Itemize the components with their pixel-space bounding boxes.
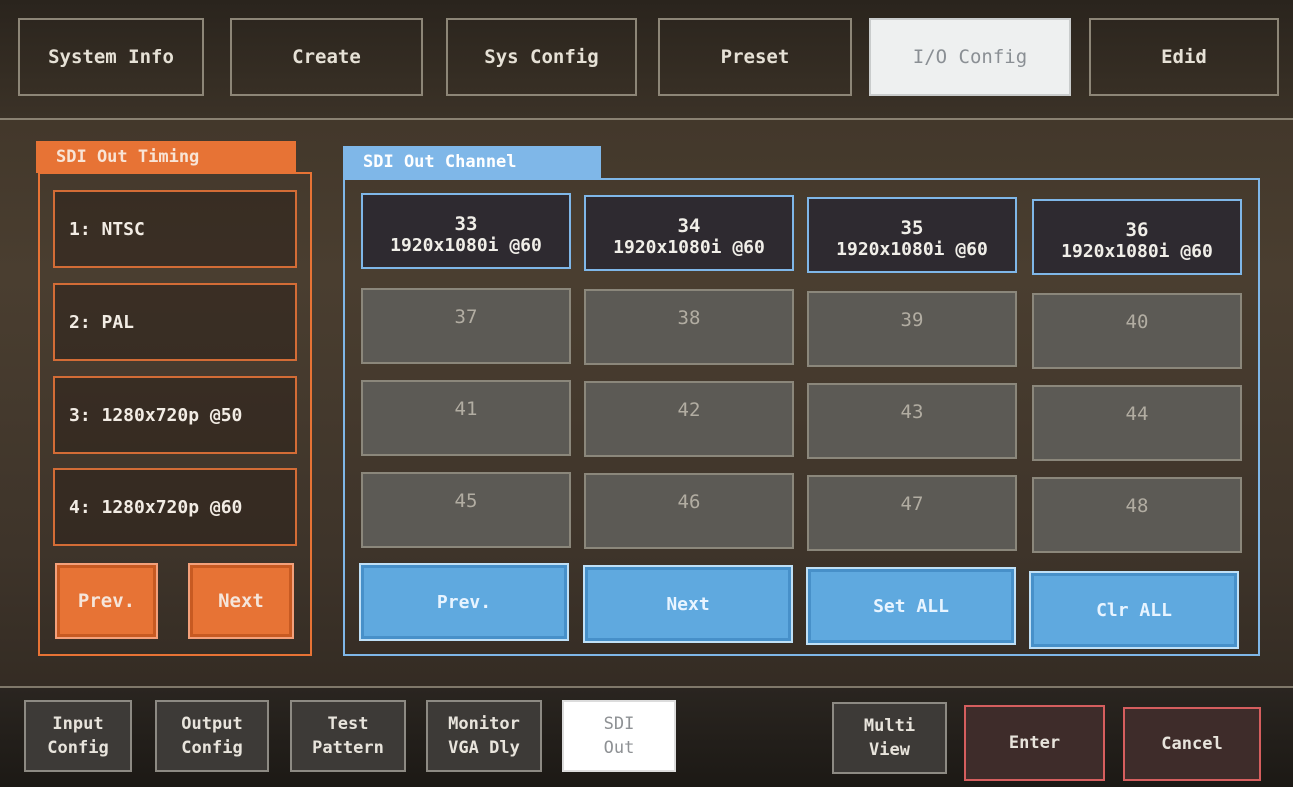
channel-number: 41 bbox=[454, 398, 478, 420]
sdi-out-timing-title: SDI Out Timing bbox=[36, 141, 296, 173]
tab-create[interactable]: Create bbox=[230, 18, 423, 96]
channel-41[interactable]: 41 bbox=[361, 380, 571, 456]
button-label-line: Config bbox=[47, 738, 109, 758]
channel-40[interactable]: 40 bbox=[1032, 293, 1242, 369]
input-config-button[interactable]: Input Config bbox=[24, 700, 132, 772]
tab-io-config[interactable]: I/O Config bbox=[869, 18, 1071, 96]
channel-resolution: 1920x1080i @60 bbox=[613, 237, 765, 258]
channel-36[interactable]: 36 1920x1080i @60 bbox=[1032, 199, 1242, 275]
cancel-button[interactable]: Cancel bbox=[1123, 707, 1261, 781]
channel-next-button[interactable]: Next bbox=[583, 565, 793, 643]
channel-42[interactable]: 42 bbox=[584, 381, 794, 457]
tab-sys-config[interactable]: Sys Config bbox=[446, 18, 637, 96]
channel-resolution: 1920x1080i @60 bbox=[836, 239, 988, 260]
timing-item-720p60[interactable]: 4: 1280x720p @60 bbox=[53, 468, 297, 546]
channel-44[interactable]: 44 bbox=[1032, 385, 1242, 461]
channel-33[interactable]: 33 1920x1080i @60 bbox=[361, 193, 571, 269]
output-config-button[interactable]: Output Config bbox=[155, 700, 269, 772]
channel-number: 45 bbox=[454, 490, 478, 512]
channel-prev-button[interactable]: Prev. bbox=[359, 563, 569, 641]
channel-number: 39 bbox=[900, 309, 924, 331]
channel-number: 36 bbox=[1125, 219, 1149, 241]
tab-system-info[interactable]: System Info bbox=[18, 18, 204, 96]
channel-34[interactable]: 34 1920x1080i @60 bbox=[584, 195, 794, 271]
tab-preset[interactable]: Preset bbox=[658, 18, 852, 96]
channel-number: 38 bbox=[677, 307, 701, 329]
channel-number: 43 bbox=[900, 401, 924, 423]
timing-item-ntsc[interactable]: 1: NTSC bbox=[53, 190, 297, 268]
button-label-line: Input bbox=[52, 714, 104, 734]
sdi-out-button[interactable]: SDI Out bbox=[562, 700, 676, 772]
set-all-button[interactable]: Set ALL bbox=[806, 567, 1016, 645]
channel-resolution: 1920x1080i @60 bbox=[390, 235, 542, 256]
channel-45[interactable]: 45 bbox=[361, 472, 571, 548]
sdi-out-channel-title: SDI Out Channel bbox=[343, 146, 601, 178]
button-label-line: Out bbox=[603, 738, 635, 758]
channel-number: 42 bbox=[677, 399, 701, 421]
channel-46[interactable]: 46 bbox=[584, 473, 794, 549]
channel-39[interactable]: 39 bbox=[807, 291, 1017, 367]
tab-edid[interactable]: Edid bbox=[1089, 18, 1279, 96]
channel-resolution: 1920x1080i @60 bbox=[1061, 241, 1213, 262]
button-label-line: Enter bbox=[1008, 733, 1061, 753]
channel-47[interactable]: 47 bbox=[807, 475, 1017, 551]
channel-number: 37 bbox=[454, 306, 478, 328]
test-pattern-button[interactable]: Test Pattern bbox=[290, 700, 406, 772]
button-label-line: SDI bbox=[603, 714, 635, 734]
channel-number: 33 bbox=[454, 213, 478, 235]
button-label-line: Config bbox=[181, 738, 243, 758]
channel-number: 40 bbox=[1125, 311, 1149, 333]
button-label-line: Monitor bbox=[448, 714, 520, 734]
channel-number: 34 bbox=[677, 215, 701, 237]
monitor-vga-dly-button[interactable]: Monitor VGA Dly bbox=[426, 700, 542, 772]
channel-number: 35 bbox=[900, 217, 924, 239]
timing-item-pal[interactable]: 2: PAL bbox=[53, 283, 297, 361]
enter-button[interactable]: Enter bbox=[964, 705, 1105, 781]
timing-next-button[interactable]: Next bbox=[188, 563, 294, 639]
channel-48[interactable]: 48 bbox=[1032, 477, 1242, 553]
timing-item-720p50[interactable]: 3: 1280x720p @50 bbox=[53, 376, 297, 454]
button-label-line: VGA Dly bbox=[448, 738, 520, 758]
button-label-line: Output bbox=[181, 714, 243, 734]
channel-43[interactable]: 43 bbox=[807, 383, 1017, 459]
channel-38[interactable]: 38 bbox=[584, 289, 794, 365]
channel-37[interactable]: 37 bbox=[361, 288, 571, 364]
button-label-line: Test bbox=[327, 714, 369, 734]
device-screen: System Info Create Sys Config Preset I/O… bbox=[0, 0, 1293, 787]
button-label-line: Pattern bbox=[312, 738, 384, 758]
multi-view-button[interactable]: Multi View bbox=[832, 702, 947, 774]
channel-number: 44 bbox=[1125, 403, 1149, 425]
button-label-line: Cancel bbox=[1161, 734, 1223, 754]
timing-prev-button[interactable]: Prev. bbox=[55, 563, 158, 639]
button-label-line: View bbox=[869, 740, 910, 760]
button-label-line: Multi bbox=[863, 716, 916, 736]
channel-number: 46 bbox=[677, 491, 701, 513]
channel-number: 48 bbox=[1125, 495, 1149, 517]
channel-number: 47 bbox=[900, 493, 924, 515]
clr-all-button[interactable]: Clr ALL bbox=[1029, 571, 1239, 649]
channel-35[interactable]: 35 1920x1080i @60 bbox=[807, 197, 1017, 273]
